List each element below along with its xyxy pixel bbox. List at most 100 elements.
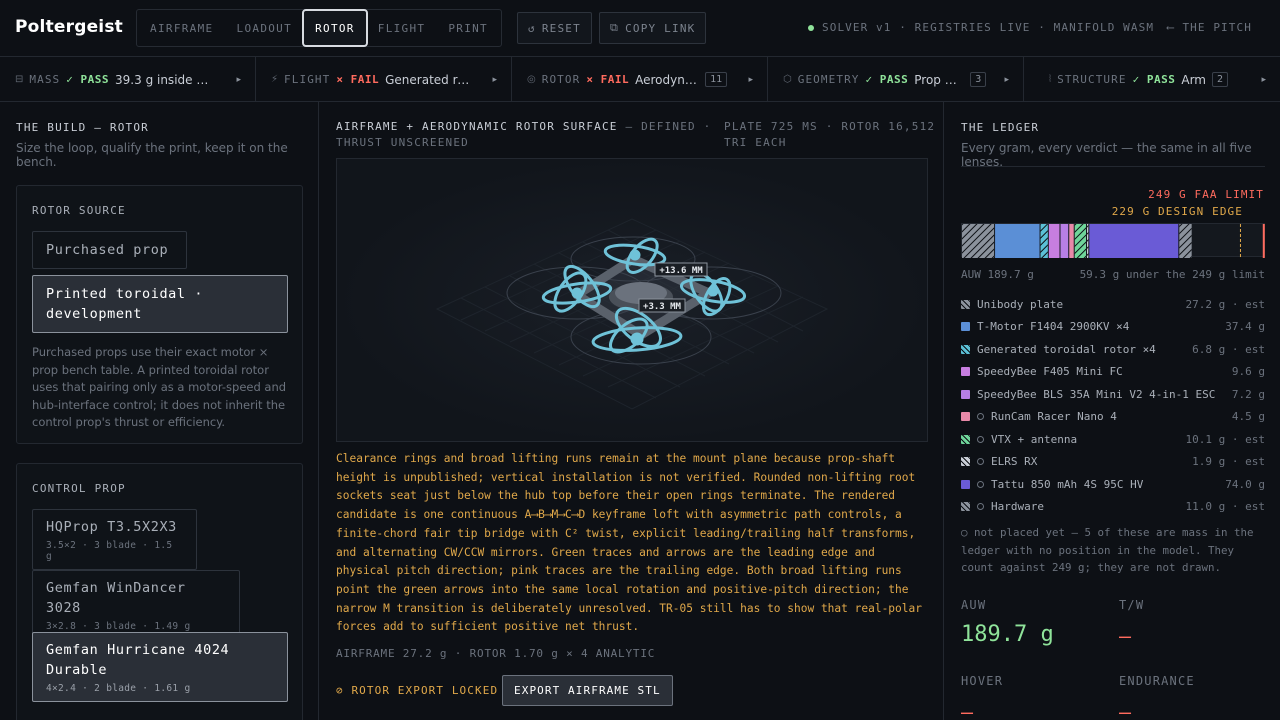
not-placed-icon <box>977 413 984 421</box>
tab-print[interactable]: PRINT <box>435 9 501 47</box>
reset-icon: ↺ <box>528 21 536 35</box>
auw-summary: AUW 189.7 g 59.3 g under the 249 g limit <box>961 268 1265 281</box>
option-hqprop[interactable]: HQProp T3.5X2X3 3.5×2 · 3 blade · 1.5 g <box>32 509 197 570</box>
endurance-stat-label: ENDURANCE <box>1119 674 1195 688</box>
pitch-link[interactable]: ⟵ THE PITCH <box>1167 21 1252 34</box>
rotor-description: Clearance rings and broad lifting runs r… <box>336 452 922 634</box>
verdict-structure[interactable]: ⦚ STRUCTURE ✓ PASS Arm 2 ▸ <box>1024 57 1280 102</box>
verdict-mass[interactable]: ⊟ MASS ✓ PASS 39.3 g inside the limit ▸ <box>0 57 256 102</box>
mass-segment-hatch-7 <box>1087 224 1089 258</box>
mass-summary: AIRFRAME 27.2 g · ROTOR 1.70 g × 4 ANALY… <box>336 647 656 660</box>
list-item[interactable]: SpeedyBee BLS 35A Mini V2 4-in-1 ESC 7.2 … <box>961 383 1265 406</box>
copy-icon: ⧉ <box>610 21 620 34</box>
verdict-description: 39.3 g inside the limit <box>115 72 213 87</box>
option-purchased-prop[interactable]: Purchased prop <box>32 231 187 269</box>
mass-segment-hatch-2 <box>1040 224 1048 258</box>
expand-arrow-icon: ▸ <box>1261 74 1266 85</box>
dimension-tag: +3.3 MM <box>643 302 682 312</box>
option-gemfan-windancer[interactable]: Gemfan WinDancer 3028 3×2.8 · 3 blade · … <box>32 570 240 640</box>
option-label: Printed toroidal · development <box>46 286 204 322</box>
divider <box>961 166 1265 167</box>
dimension-tag: +13.6 MM <box>659 266 703 276</box>
option-gemfan-hurricane[interactable]: Gemfan Hurricane 4024 Durable 4×2.4 · 2 … <box>32 632 288 702</box>
swatch <box>961 479 970 489</box>
copy-link-label: COPY LINK <box>625 21 696 35</box>
expand-arrow-icon: ▸ <box>748 74 753 85</box>
build-panel: THE BUILD — ROTOR Size the loop, qualify… <box>0 102 319 720</box>
mass-segment-hatch-0 <box>962 224 995 258</box>
swatch <box>961 389 970 399</box>
verdict-name: STRUCTURE <box>1057 73 1127 86</box>
list-item[interactable]: Tattu 850 mAh 4S 95C HV 74.0 g <box>961 473 1265 496</box>
option-printed-toroidal[interactable]: Printed toroidal · development <box>32 275 288 333</box>
tab-loadout[interactable]: LOADOUT <box>227 9 303 47</box>
list-item[interactable]: ELRS RX 1.9 g · est <box>961 451 1265 474</box>
mass-segment-3 <box>1048 224 1060 258</box>
solver-status: SOLVER v1 · REGISTRIES LIVE · MANIFOLD W… <box>808 21 1154 34</box>
not-placed-icon <box>977 480 984 488</box>
expand-arrow-icon: ▸ <box>236 74 241 85</box>
list-item[interactable]: Hardware 11.0 g · est <box>961 496 1265 519</box>
list-item[interactable]: RunCam Racer Nano 4 4.5 g <box>961 406 1265 429</box>
export-airframe-stl-button[interactable]: EXPORT AIRFRAME STL <box>502 675 673 706</box>
margin-text: 59.3 g under the 249 g limit <box>1079 268 1265 281</box>
ledger-panel: THE LEDGER Every gram, every verdict — t… <box>945 102 1280 720</box>
list-item[interactable]: SpeedyBee F405 Mini FC 9.6 g <box>961 361 1265 384</box>
rotor-source-note: Purchased props use their exact motor × … <box>32 345 287 429</box>
expand-arrow-icon: ▸ <box>492 74 497 85</box>
status-dot-icon <box>808 24 814 31</box>
list-item[interactable]: Generated toroidal rotor ×4 6.8 g · est <box>961 338 1265 361</box>
option-label: Gemfan WinDancer 3028 <box>46 580 186 616</box>
lens-tabs: AIRFRAME LOADOUT ROTOR FLIGHT PRINT <box>136 9 502 47</box>
mass-segment-4 <box>1060 224 1069 258</box>
expand-arrow-icon: ▸ <box>1004 74 1009 85</box>
verdict-rotor[interactable]: ◎ ROTOR × FAIL Aerodynamic 11 ▸ <box>512 57 768 102</box>
structure-icon: ⦚ <box>1049 74 1052 85</box>
mass-bar-segments <box>962 224 1265 258</box>
top-bar: Poltergeist AIRFRAME LOADOUT ROTOR FLIGH… <box>0 0 1280 57</box>
swatch <box>961 367 970 377</box>
brand-logo: Poltergeist <box>15 17 123 37</box>
ledger-subtitle: Every gram, every verdict — the same in … <box>961 141 1252 169</box>
viewer-title-strong: AIRFRAME + AERODYNAMIC ROTOR SURFACE <box>336 120 618 133</box>
swatch <box>961 434 970 444</box>
list-item[interactable]: T-Motor F1404 2900KV ×4 37.4 g <box>961 316 1265 339</box>
auw-stat-label: AUW <box>961 598 987 612</box>
verdict-status: ✓ PASS <box>865 73 909 86</box>
verdict-status: ✓ PASS <box>1132 73 1176 86</box>
issue-count-badge: 11 <box>705 72 728 87</box>
verdict-geometry[interactable]: ⬡ GEOMETRY ✓ PASS Prop disc 3 ▸ <box>768 57 1024 102</box>
swatch <box>961 322 970 332</box>
auw-stat-value: 189.7 g <box>961 622 1054 647</box>
tab-flight[interactable]: FLIGHT <box>368 9 436 47</box>
tab-airframe[interactable]: AIRFRAME <box>137 9 227 47</box>
tab-rotor[interactable]: ROTOR <box>302 9 368 47</box>
3d-viewport[interactable]: +13.6 MM +3.3 MM <box>336 158 928 442</box>
reset-button[interactable]: ↺ RESET <box>517 12 592 44</box>
swatch <box>961 502 970 512</box>
viewer-title: AIRFRAME + AERODYNAMIC ROTOR SURFACE — D… <box>336 119 716 151</box>
list-item[interactable]: Unibody plate 27.2 g · est <box>961 293 1265 316</box>
design-edge-label: 229 G DESIGN EDGE <box>1111 205 1243 218</box>
verdict-flight[interactable]: ⚡ FLIGHT × FAIL Generated rotor unscreen… <box>256 57 512 102</box>
list-item[interactable]: VTX + antenna 10.1 g · est <box>961 428 1265 451</box>
viewer-panel: AIRFRAME + AERODYNAMIC ROTOR SURFACE — D… <box>320 102 944 720</box>
flight-icon: ⚡ <box>271 74 279 85</box>
rotor-icon: ◎ <box>527 74 536 85</box>
auw-text: AUW 189.7 g <box>961 268 1034 281</box>
swatch <box>961 299 970 309</box>
option-meta: 3×2.8 · 3 blade · 1.49 g <box>46 621 191 632</box>
option-label: Purchased prop <box>46 242 169 258</box>
verdict-name: GEOMETRY <box>797 73 860 86</box>
verdict-description: Arm <box>1181 72 1206 87</box>
verdict-strip: ⊟ MASS ✓ PASS 39.3 g inside the limit ▸ … <box>0 57 1280 102</box>
verdict-description: Generated rotor unscreened <box>385 72 473 87</box>
reset-label: RESET <box>541 21 581 35</box>
option-label: Gemfan Hurricane 4024 Durable <box>46 642 230 678</box>
copy-link-button[interactable]: ⧉ COPY LINK <box>599 12 707 44</box>
not-placed-icon <box>977 435 984 443</box>
drone-render: +13.6 MM +3.3 MM <box>337 159 927 441</box>
build-title: THE BUILD — ROTOR <box>16 121 149 134</box>
hover-stat-value: — <box>961 700 974 720</box>
verdict-name: MASS <box>29 73 61 86</box>
